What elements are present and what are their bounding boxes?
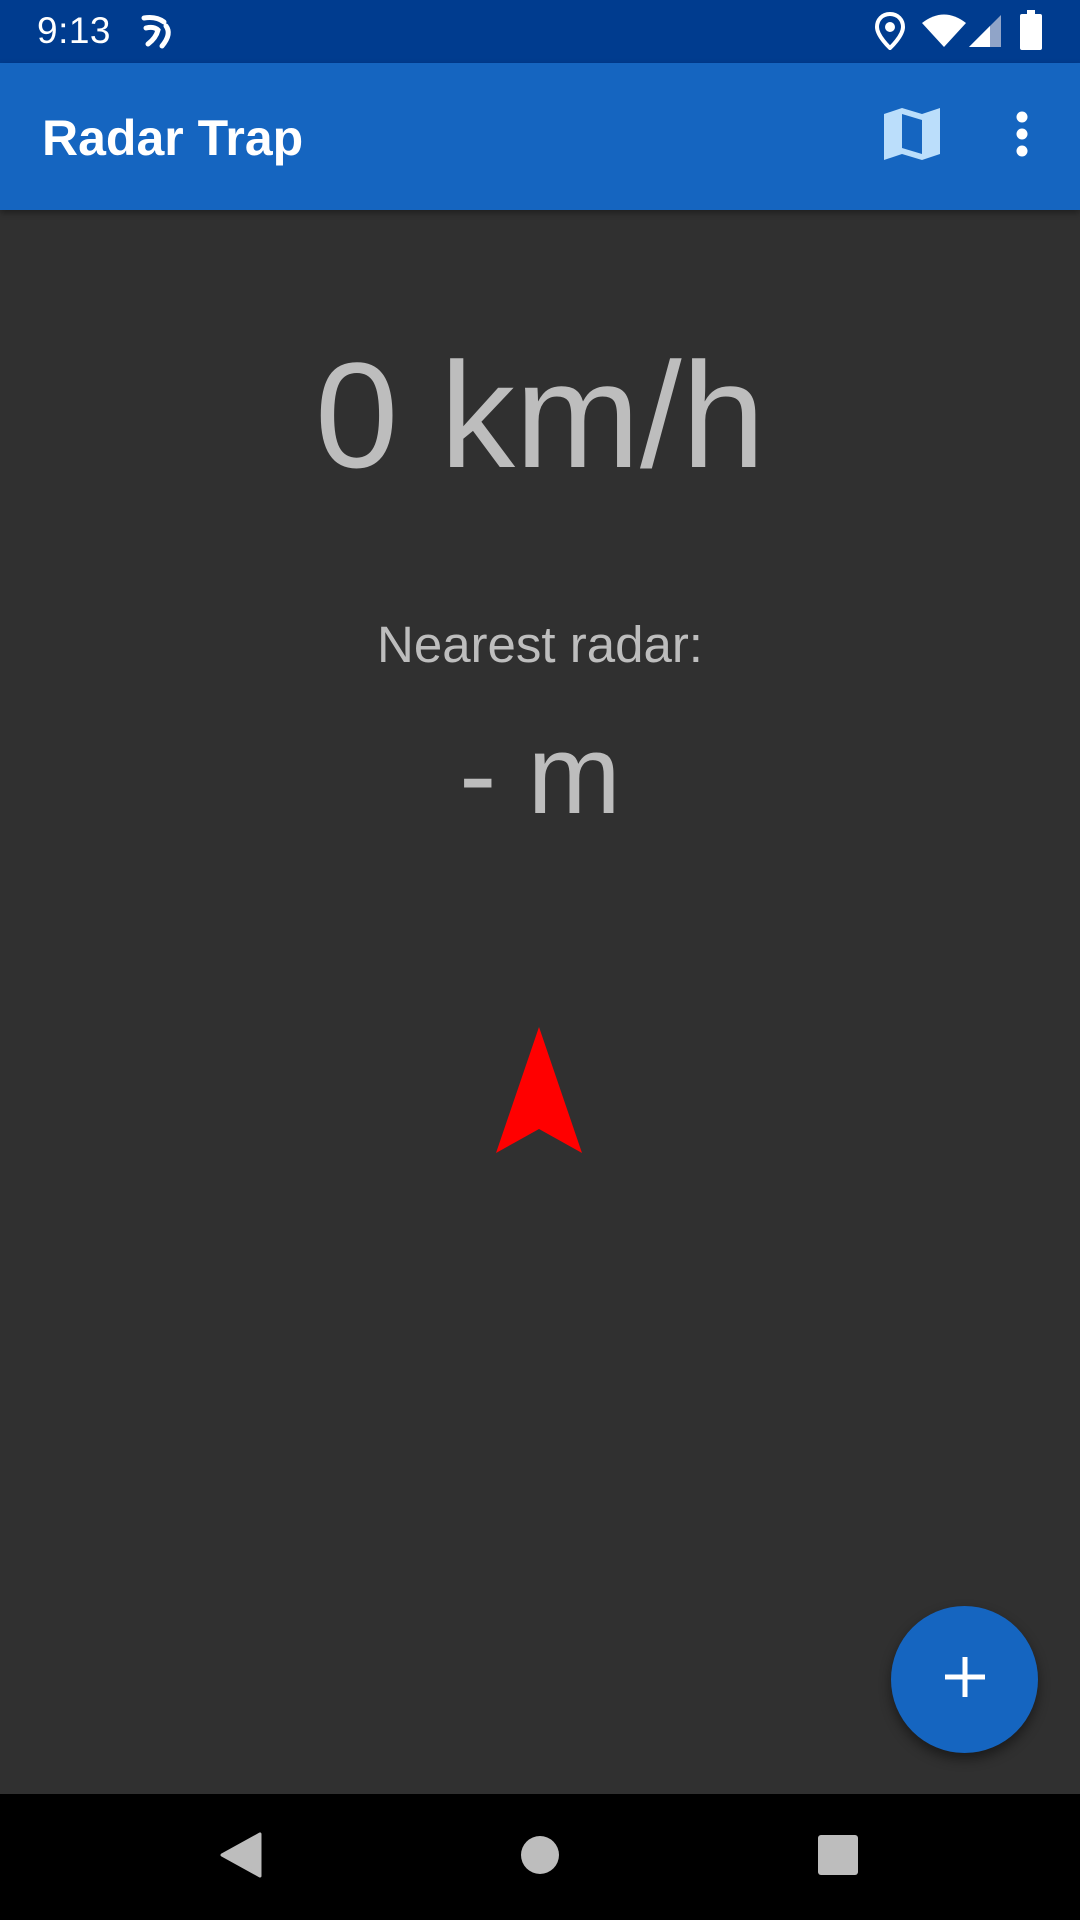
location-icon	[874, 11, 906, 55]
navigation-bar	[0, 1794, 1080, 1920]
cast-icon	[138, 12, 176, 55]
map-icon	[882, 104, 942, 169]
more-vert-icon	[1014, 111, 1030, 162]
wifi-icon	[921, 14, 967, 53]
home-button[interactable]	[495, 1812, 585, 1902]
back-button[interactable]	[195, 1812, 285, 1902]
nearest-radar-distance: - m	[459, 712, 621, 837]
status-time: 9:13	[37, 10, 112, 51]
app-bar: Radar Trap	[0, 63, 1080, 210]
more-options-button[interactable]	[974, 88, 1070, 184]
navigation-arrow-icon	[496, 1027, 582, 1158]
add-radar-button[interactable]	[891, 1606, 1038, 1753]
add-icon	[944, 1657, 985, 1702]
recents-button[interactable]	[793, 1812, 883, 1902]
map-button[interactable]	[864, 88, 960, 184]
status-bar: 9:13	[0, 0, 1080, 63]
recents-icon	[818, 1834, 858, 1880]
signal-icon	[968, 14, 1002, 53]
main-content: 0 km/h Nearest radar: - m	[0, 210, 1080, 1794]
back-icon	[218, 1832, 262, 1883]
app-title: Radar Trap	[42, 110, 304, 166]
nearest-radar-label: Nearest radar:	[377, 616, 703, 673]
battery-icon	[1020, 10, 1042, 55]
speed-display: 0 km/h	[314, 331, 766, 499]
home-icon	[520, 1835, 560, 1880]
